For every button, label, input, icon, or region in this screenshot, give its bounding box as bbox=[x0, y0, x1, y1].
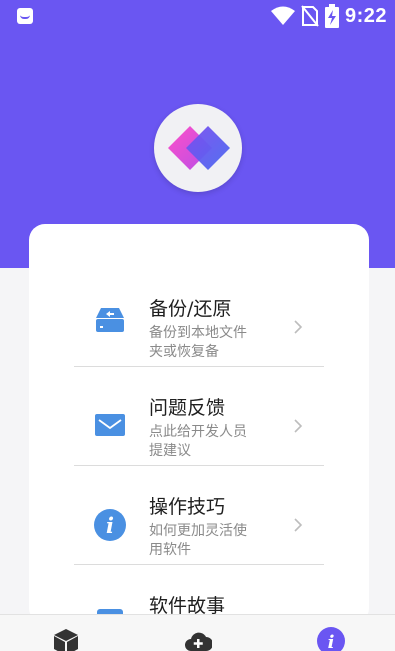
chevron-right-icon bbox=[294, 320, 303, 334]
menu-item-backup-restore[interactable]: 备份/还原 备份到本地文件夹或恢复备 bbox=[29, 270, 369, 369]
no-sim-icon bbox=[301, 5, 319, 27]
menu-item-description: 如何更加灵活使用软件 bbox=[149, 523, 247, 558]
box-icon[interactable] bbox=[52, 627, 80, 651]
bottom-navigation: i bbox=[0, 614, 395, 651]
info-icon[interactable]: i bbox=[317, 627, 345, 651]
divider bbox=[74, 366, 324, 367]
chevron-right-icon bbox=[294, 518, 303, 532]
menu-item-description: 备份到本地文件夹或恢复备 bbox=[149, 325, 247, 360]
svg-text:i: i bbox=[328, 632, 335, 651]
app-logo-diamonds-icon bbox=[168, 126, 230, 170]
wifi-icon bbox=[270, 6, 295, 25]
svg-text:i: i bbox=[106, 513, 114, 538]
menu-item-tips[interactable]: i 操作技巧 如何更加灵活使用软件 bbox=[29, 468, 369, 567]
divider bbox=[74, 564, 324, 565]
chevron-right-icon bbox=[294, 419, 303, 433]
info-icon: i bbox=[94, 509, 126, 541]
status-time: 9:22 bbox=[344, 4, 387, 27]
backup-drive-icon bbox=[96, 308, 124, 332]
divider bbox=[74, 465, 324, 466]
cloud-add-icon[interactable] bbox=[184, 627, 212, 651]
menu-item-title: 备份/还原 bbox=[149, 298, 232, 320]
menu-item-description: 点此给开发人员提建议 bbox=[149, 424, 247, 459]
menu-item-title: 问题反馈 bbox=[149, 397, 226, 419]
mail-icon bbox=[95, 414, 125, 436]
app-logo bbox=[154, 104, 242, 192]
menu-card: 备份/还原 备份到本地文件夹或恢复备 问题反馈 点此给开发人员提建议 i 操作技… bbox=[29, 224, 369, 624]
battery-charging-icon bbox=[324, 4, 339, 28]
status-bar: 9:22 bbox=[0, 0, 395, 32]
notification-app-icon bbox=[17, 8, 33, 24]
status-icons: 9:22 bbox=[270, 4, 387, 28]
menu-item-title: 操作技巧 bbox=[149, 496, 226, 518]
menu-item-feedback[interactable]: 问题反馈 点此给开发人员提建议 bbox=[29, 369, 369, 468]
